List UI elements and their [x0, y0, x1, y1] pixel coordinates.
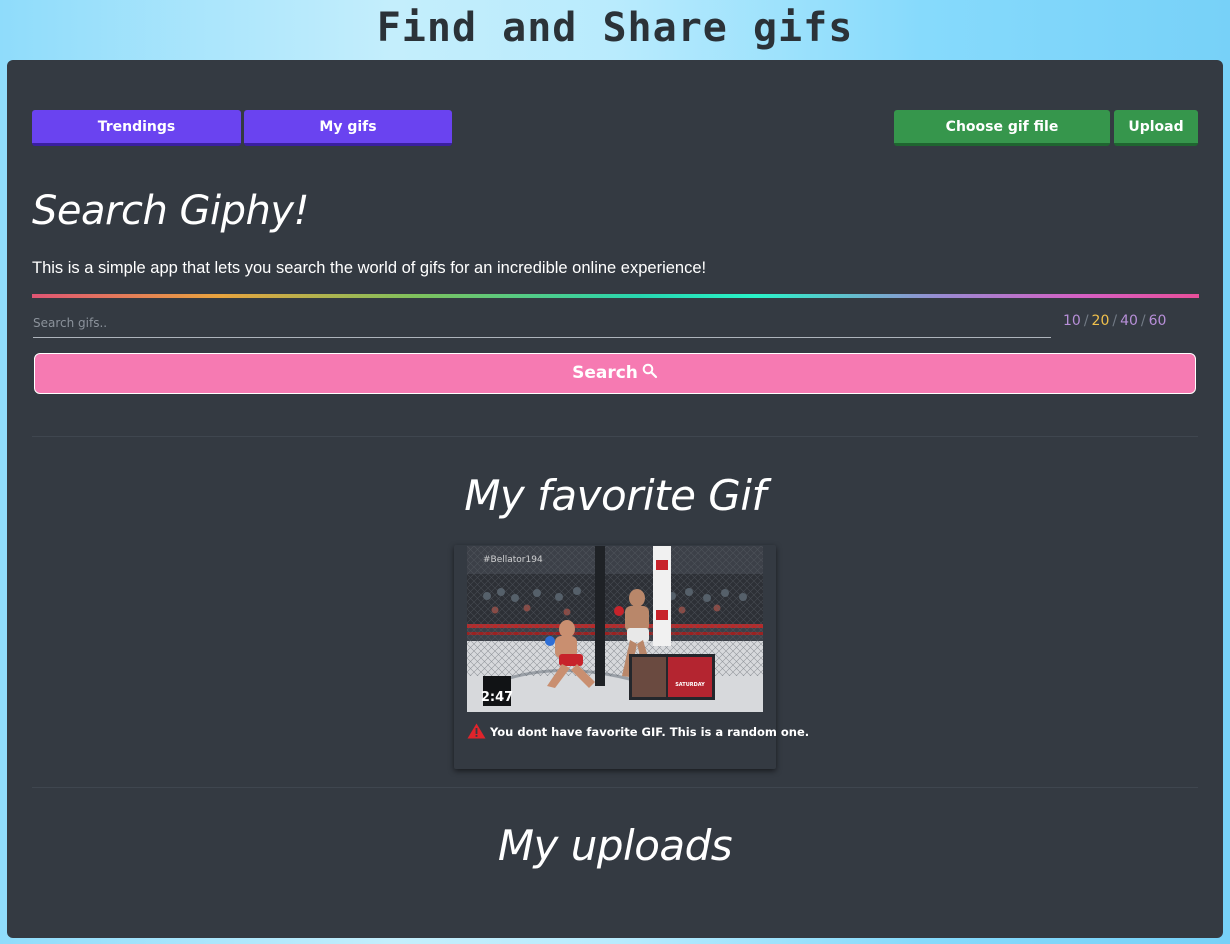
- limit-option-60[interactable]: 60: [1149, 313, 1167, 329]
- favorite-gif-image[interactable]: 2:47 SATURDAY #Bellator194: [467, 546, 763, 712]
- favorite-note-text: You dont have favorite GIF. This is a ra…: [490, 725, 810, 739]
- choose-gif-file-button[interactable]: Choose gif file: [894, 110, 1110, 146]
- favorite-note: You dont have favorite GIF. This is a ra…: [467, 723, 809, 740]
- limit-separator: /: [1083, 313, 1089, 329]
- intro-text: This is a simple app that lets you searc…: [32, 259, 707, 277]
- upload-button[interactable]: Upload: [1114, 110, 1198, 146]
- section-divider: [32, 436, 1198, 437]
- search-button-label: Search: [572, 363, 638, 383]
- warning-icon: [467, 723, 486, 739]
- main-panel: Trendings My gifs Choose gif file Upload…: [7, 60, 1223, 938]
- search-icon: [642, 363, 658, 379]
- gif-promo-day: SATURDAY: [675, 682, 705, 688]
- favorite-gif-card: 2:47 SATURDAY #Bellator194 You dont have…: [454, 545, 809, 769]
- result-limit-selector: 10/20/40/60: [1063, 310, 1191, 332]
- limit-option-40[interactable]: 40: [1120, 313, 1138, 329]
- limit-option-20[interactable]: 20: [1092, 313, 1110, 329]
- search-title: Search Giphy!: [32, 188, 310, 234]
- my-gifs-button[interactable]: My gifs: [244, 110, 452, 146]
- uploads-title: My uploads: [497, 821, 733, 870]
- app-title: Find and Share gifs: [376, 5, 854, 51]
- limit-option-10[interactable]: 10: [1063, 313, 1081, 329]
- favorite-gif-title: My favorite Gif: [464, 471, 766, 520]
- gif-timer: 2:47: [481, 690, 513, 705]
- trendings-button[interactable]: Trendings: [32, 110, 241, 146]
- rainbow-divider: [32, 294, 1199, 298]
- gif-frame-illustration: 2:47 SATURDAY #Bellator194: [467, 546, 763, 712]
- limit-separator: /: [1140, 313, 1146, 329]
- section-divider: [32, 787, 1198, 788]
- gif-hashtag: #Bellator194: [483, 555, 543, 565]
- limit-separator: /: [1112, 313, 1118, 329]
- search-button[interactable]: Search: [34, 353, 1196, 394]
- search-input[interactable]: [33, 308, 1051, 338]
